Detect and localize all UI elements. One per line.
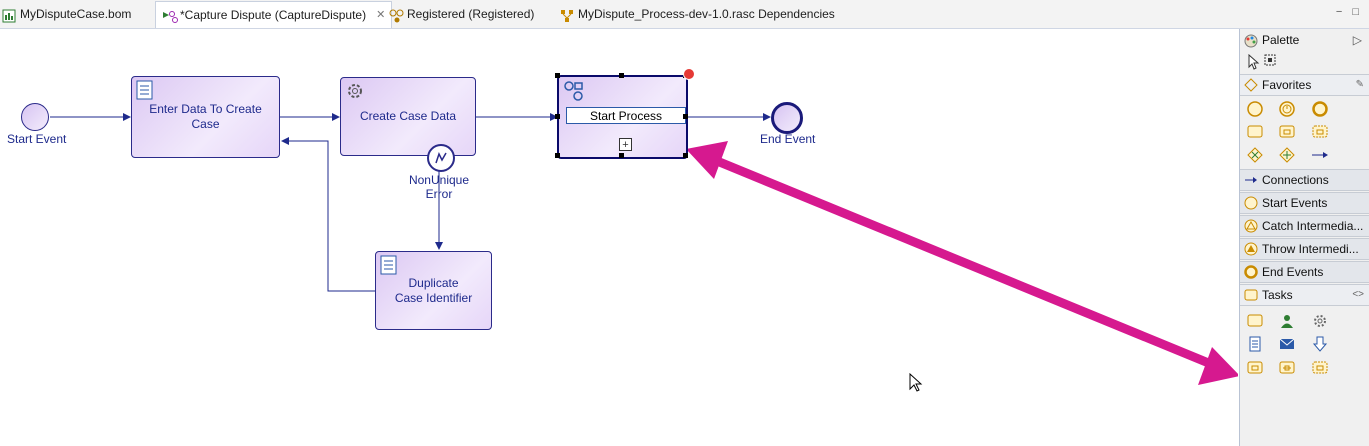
connection-arrow-icon [1245,177,1257,183]
boundary-error-label: NonUnique Error [408,173,470,201]
user-task-tool-icon[interactable] [1278,312,1296,330]
selection-handle[interactable] [683,114,688,119]
selection-handle[interactable] [619,153,624,158]
select-tool-icon[interactable] [1248,54,1260,70]
gateway-tool-icon[interactable] [1246,146,1264,164]
task-create-case-data[interactable]: Create Case Data [340,77,476,156]
selection-handle[interactable] [683,153,688,158]
task-enter-data[interactable]: Enter Data To Create Case [131,76,280,158]
window-controls: − □ [1336,6,1359,18]
sequence-flow-tool-icon[interactable] [1311,146,1329,164]
selection-handle[interactable] [555,153,560,158]
task-duplicate-case-identifier[interactable]: Duplicate Case Identifier [375,251,492,330]
drawer-tasks[interactable]: Tasks <> [1240,284,1369,306]
palette-collapse-icon[interactable]: ▷ [1353,29,1362,51]
selection-handle[interactable] [555,73,560,78]
tab-dependencies[interactable]: MyDispute_Process-dev-1.0.rasc Dependenc… [560,2,835,26]
selection-handle[interactable] [619,73,624,78]
diagram-canvas[interactable]: Start Event Enter Data To Create Case Cr… [0,29,1238,446]
drawer-catch-intermediate[interactable]: Catch Intermedia... [1240,215,1369,237]
selection-handle[interactable] [555,114,560,119]
tab-label: MyDispute_Process-dev-1.0.rasc Dependenc… [578,7,835,21]
tab-capture-dispute[interactable]: *Capture Dispute (CaptureDispute) ✕ [155,1,393,28]
process-icon [389,7,404,23]
task-label-line2: Case [191,117,220,131]
subprocess-tool-icon[interactable] [1278,123,1296,141]
layout-toggle-icon[interactable]: <> [1352,285,1364,305]
palette-header[interactable]: Palette ▷ [1240,29,1369,51]
marquee-tool-icon[interactable] [1264,54,1278,68]
end-event-label: End Event [760,132,816,146]
end-event-tool-icon[interactable] [1311,100,1329,118]
timer-event-tool-icon[interactable] [1278,100,1296,118]
task-icon [1244,289,1258,301]
drawer-end-events[interactable]: End Events [1240,261,1369,283]
minimize-button[interactable]: − [1336,6,1342,18]
annotation-double-arrow [686,141,1238,385]
tab-registered[interactable]: Registered (Registered) [389,2,534,26]
user-task-form-icon [380,255,398,279]
tab-label: MyDisputeCase.bom [20,7,132,21]
tab-label: *Capture Dispute (CaptureDispute) [180,8,367,22]
start-event[interactable] [21,103,49,131]
parallel-gateway-tool-icon[interactable] [1278,146,1296,164]
palette-title: Palette [1262,33,1300,47]
drawer-start-events[interactable]: Start Events [1240,192,1369,214]
embedded-subprocess-tool-icon[interactable] [1278,359,1296,377]
boundary-error-event[interactable] [427,144,455,172]
task-tool-icon[interactable] [1246,312,1264,330]
task-label: Create Case Data [359,109,457,123]
error-lightning-icon [435,152,447,164]
error-marker-icon[interactable] [683,68,695,80]
end-event-icon [1244,265,1258,279]
event-subprocess-tool-icon[interactable] [1311,359,1329,377]
drawer-connections[interactable]: Connections [1240,169,1369,191]
palette-panel: Palette ▷ Favorites ✎ Connections Start … [1239,29,1369,446]
tab-mydisputecase-bom[interactable]: MyDisputeCase.bom [2,2,131,26]
user-task-form-icon [136,80,154,104]
catch-intermediate-icon [1244,219,1258,233]
bom-file-icon [2,7,16,23]
dependencies-icon [560,7,574,22]
editor-tab-bar: MyDisputeCase.bom *Capture Dispute (Capt… [0,0,1369,29]
event-subprocess-tool-icon[interactable] [1311,123,1329,141]
maximize-button[interactable]: □ [1352,6,1359,18]
drawer-favorites[interactable]: Favorites ✎ [1240,74,1369,96]
subprocess-icon [563,80,585,106]
send-task-email-icon[interactable] [1278,335,1296,353]
task-tool-icon[interactable] [1246,123,1264,141]
subprocess-name-inline-editor[interactable] [566,107,686,124]
favorites-icon [1244,78,1258,92]
flow-duplicate-to-enter[interactable] [281,137,375,292]
process-icon [162,8,178,23]
task-label-line1: Enter Data To Create [149,102,262,116]
service-task-gear-icon [345,81,365,105]
start-event-label: Start Event [7,132,67,146]
subprocess-tool-icon[interactable] [1246,359,1264,377]
pin-icon[interactable]: ✎ [1356,75,1364,95]
script-task-tool-icon[interactable] [1246,335,1264,353]
start-event-icon [1244,196,1258,210]
tasks-tools [1240,306,1369,386]
drawer-throw-intermediate[interactable]: Throw Intermedi... [1240,238,1369,260]
task-label-line1: Duplicate [408,275,459,290]
task-label-line2: Case Identifier [394,290,473,305]
end-event[interactable] [771,102,803,134]
throw-intermediate-icon [1244,242,1258,256]
expand-marker[interactable]: + [619,138,632,151]
palette-tools-row [1240,51,1369,73]
service-task-tool-icon[interactable] [1311,312,1329,330]
mouse-pointer-icon [909,373,923,392]
close-tab-icon[interactable]: ✕ [376,3,385,27]
tab-label: Registered (Registered) [407,7,535,21]
receive-task-arrow-icon[interactable] [1311,335,1329,353]
favorites-tools [1240,96,1369,168]
start-event-tool-icon[interactable] [1246,100,1264,118]
